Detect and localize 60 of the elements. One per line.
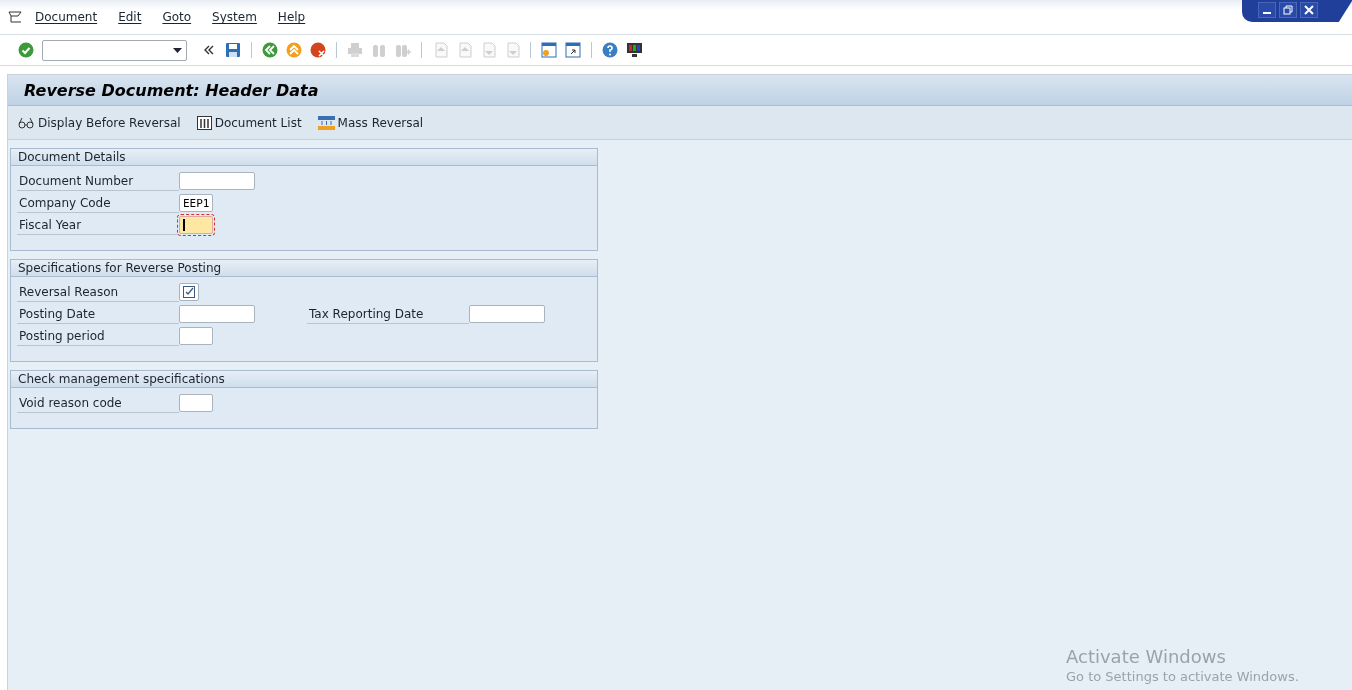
toolbar-button[interactable] <box>624 40 644 60</box>
glasses-icon <box>18 116 35 129</box>
field-label: Tax Reporting Date <box>307 304 469 324</box>
page-down-icon <box>504 42 520 58</box>
input-field[interactable] <box>179 216 213 234</box>
cancel-icon <box>310 42 326 58</box>
field-label: Posting Date <box>17 304 179 324</box>
group-title: Specifications for Reverse Posting <box>11 260 597 277</box>
input-field[interactable] <box>469 305 545 323</box>
field-label: Company Code <box>17 193 179 213</box>
toolbar-button[interactable]: Display Before Reversal <box>18 115 181 130</box>
page-down-icon <box>480 42 496 58</box>
menu-item[interactable]: Document <box>35 10 98 24</box>
dropdown-icon <box>173 47 182 53</box>
field-label: Document Number <box>17 171 179 191</box>
page-up-icon <box>432 42 448 58</box>
new-window-icon <box>541 42 557 58</box>
input-field[interactable] <box>179 394 213 412</box>
menu-item[interactable]: System <box>212 10 257 24</box>
shortcut-icon <box>565 42 581 58</box>
group-title: Document Details <box>11 149 597 166</box>
menu-item[interactable]: Edit <box>118 10 142 24</box>
checklist-icon <box>183 286 195 298</box>
help-icon <box>602 42 618 58</box>
menu-item[interactable]: Help <box>277 10 306 24</box>
binoculars-plus-icon <box>395 42 411 58</box>
exit-icon <box>286 42 302 58</box>
field-label: Void reason code <box>17 393 179 413</box>
activation-title: Activate Windows <box>1066 646 1227 667</box>
mass-reversal-icon <box>317 115 335 130</box>
save-icon <box>225 42 241 58</box>
field-label: Reversal Reason <box>17 282 179 302</box>
toolbar-button[interactable]: Document List <box>196 115 302 130</box>
menu-icon[interactable] <box>8 11 24 23</box>
input-field[interactable]: EEP1 <box>179 194 213 212</box>
command-field[interactable] <box>42 39 187 61</box>
input-field[interactable] <box>179 283 199 301</box>
page-title: Reverse Document: Header Data <box>24 80 319 100</box>
printer-icon <box>347 42 363 58</box>
group-title: Check management specifications <box>11 371 597 388</box>
list-icon <box>196 115 212 130</box>
double-chevron-icon <box>203 44 215 56</box>
restore-icon <box>1283 5 1293 15</box>
input-field[interactable] <box>179 327 213 345</box>
field-label: Posting period <box>17 326 179 346</box>
input-field[interactable] <box>179 172 255 190</box>
monitor-icon <box>625 42 643 58</box>
checkmark-icon <box>18 42 34 58</box>
back-icon <box>262 42 278 58</box>
activation-text: Go to Settings to activate Windows. <box>1066 669 1299 684</box>
toolbar-button[interactable]: Mass Reversal <box>317 115 424 130</box>
close-button[interactable] <box>1300 2 1318 18</box>
minimize-button[interactable] <box>1258 2 1276 18</box>
minimize-icon <box>1262 11 1272 15</box>
restore-button[interactable] <box>1279 2 1297 18</box>
page-up-icon <box>456 42 472 58</box>
menu-item[interactable]: Goto <box>162 10 192 24</box>
input-field[interactable] <box>179 305 255 323</box>
binoculars-icon <box>371 42 387 58</box>
close-icon <box>1304 5 1314 15</box>
